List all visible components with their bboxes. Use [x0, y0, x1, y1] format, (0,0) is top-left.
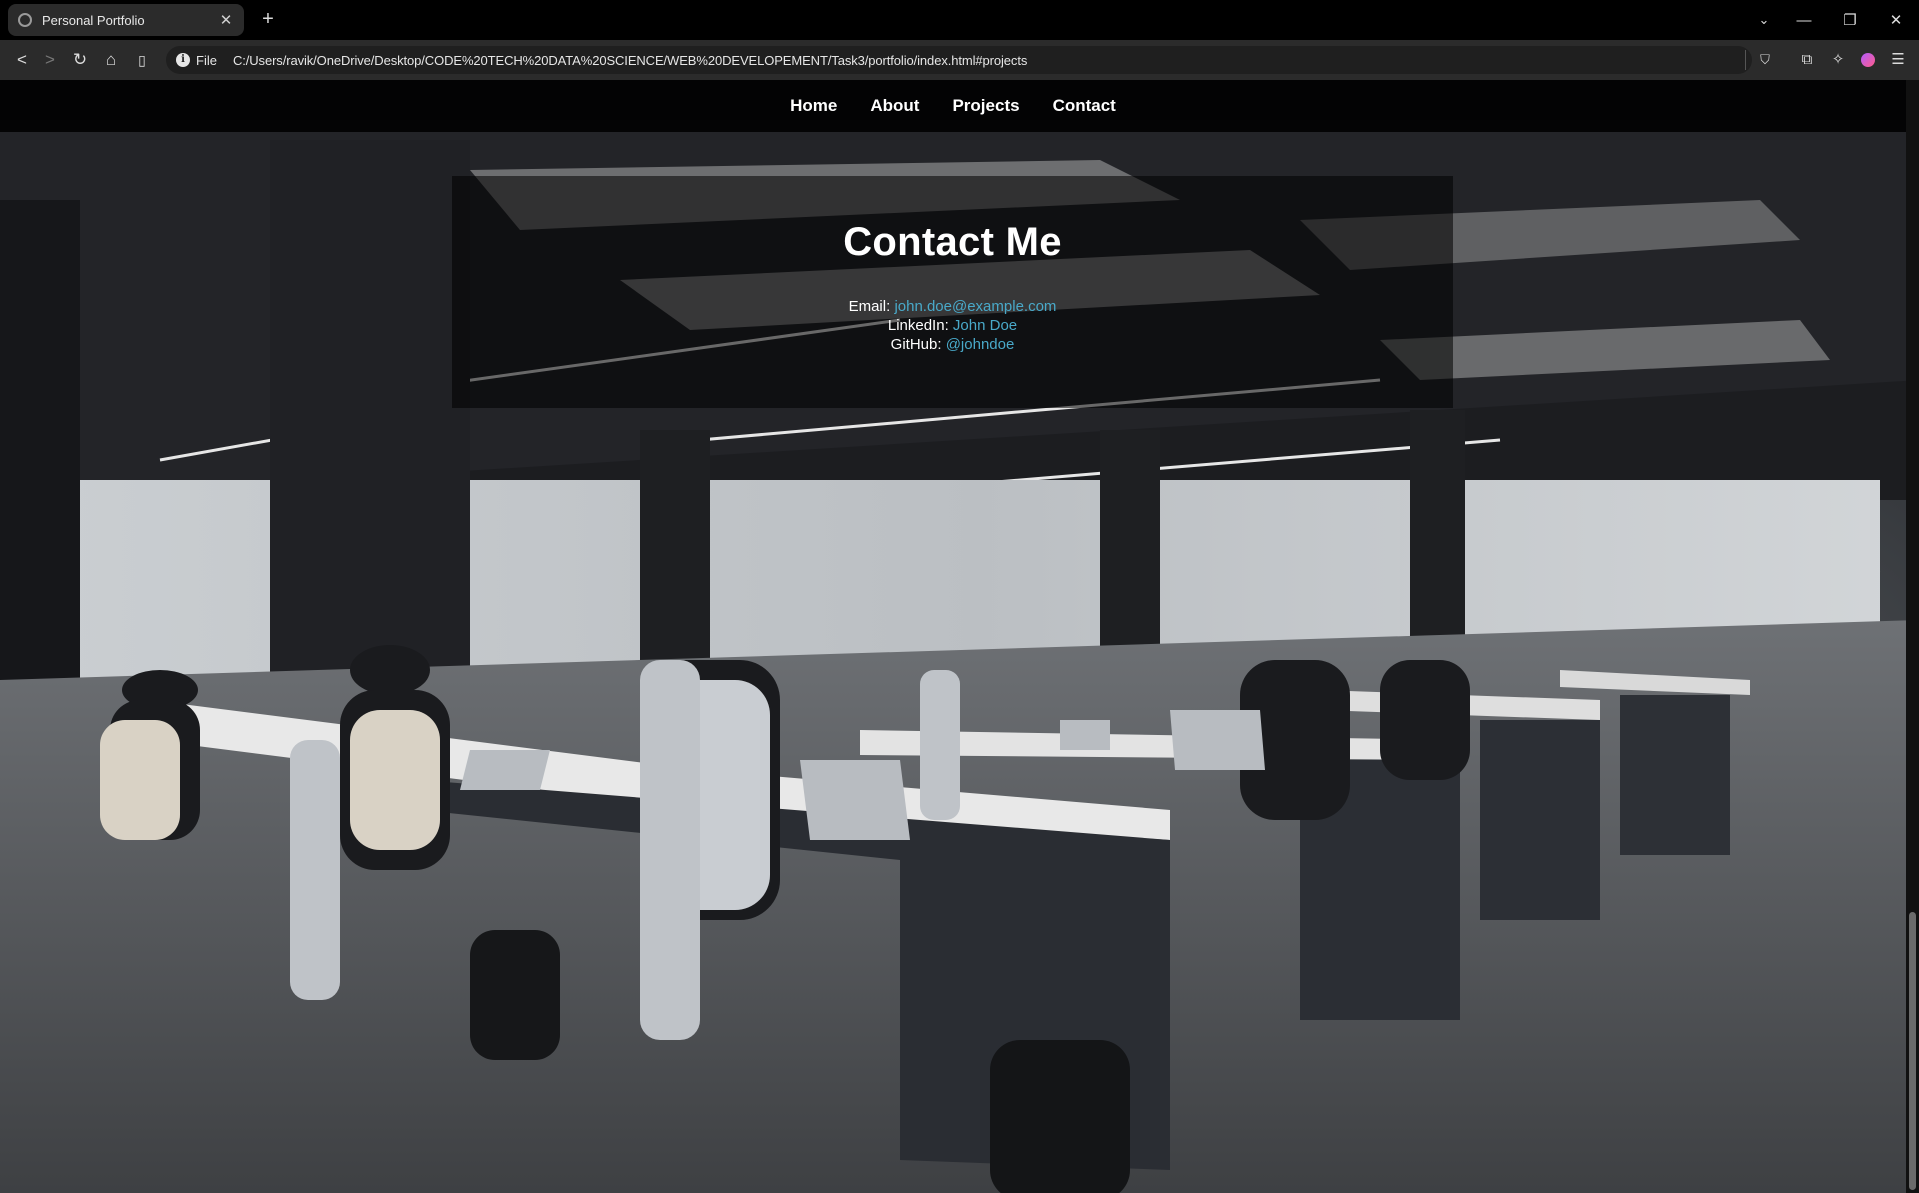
github-line: GitHub: @johndoe [452, 335, 1453, 354]
home-icon[interactable]: ⌂ [99, 48, 123, 72]
page-scrollbar[interactable] [1906, 80, 1919, 1193]
scrollbar-thumb[interactable] [1909, 912, 1916, 1190]
close-window-icon[interactable]: ✕ [1873, 0, 1919, 40]
tab-title: Personal Portfolio [42, 12, 145, 28]
profile-icon[interactable] [1856, 48, 1880, 72]
url-text[interactable]: C:/Users/ravik/OneDrive/Desktop/CODE%20T… [233, 53, 1027, 68]
extensions-icon[interactable]: ⧉ [1795, 48, 1819, 72]
email-line: Email: john.doe@example.com [452, 297, 1453, 316]
bookmark-icon[interactable]: ▯ [130, 48, 154, 72]
site-navbar: Home About Projects Contact [0, 80, 1906, 132]
browser-tab[interactable]: Personal Portfolio ✕ [8, 4, 244, 36]
globe-icon [18, 13, 32, 27]
address-bar[interactable]: i File C:/Users/ravik/OneDrive/Desktop/C… [166, 46, 1752, 74]
browser-toolbar: < > ↻ ⌂ ▯ i File C:/Users/ravik/OneDrive… [0, 40, 1919, 80]
info-icon[interactable]: i [176, 53, 190, 67]
page-viewport: Home About Projects Contact Contact Me E… [0, 80, 1919, 1193]
window-controls: — ❐ ✕ [1781, 0, 1919, 40]
close-tab-icon[interactable]: ✕ [218, 11, 234, 29]
nav-link-contact[interactable]: Contact [1053, 96, 1116, 116]
menu-icon[interactable]: ☰ [1886, 48, 1910, 72]
back-icon[interactable]: < [10, 48, 34, 72]
contact-heading: Contact Me [843, 220, 1062, 264]
github-link[interactable]: @johndoe [946, 336, 1015, 353]
email-link[interactable]: john.doe@example.com [894, 298, 1056, 315]
contact-details: Email: john.doe@example.com LinkedIn: Jo… [452, 297, 1453, 354]
restore-icon[interactable]: ❐ [1827, 0, 1873, 40]
linkedin-link[interactable]: John Doe [953, 317, 1017, 334]
new-tab-button[interactable]: + [256, 8, 280, 32]
minimize-icon[interactable]: — [1781, 0, 1827, 40]
email-label: Email: [848, 298, 891, 315]
forward-icon[interactable]: > [38, 48, 62, 72]
tab-search-icon[interactable]: ⌄ [1752, 8, 1776, 32]
contact-section: Contact Me Email: john.doe@example.com L… [452, 176, 1453, 408]
browser-tab-bar: Personal Portfolio ✕ + ⌄ — ❐ ✕ [0, 0, 1919, 40]
toolbar-divider [1745, 50, 1746, 70]
shield-icon[interactable]: ⛉ [1753, 48, 1777, 72]
github-label: GitHub: [890, 336, 942, 353]
ai-icon[interactable]: ✧ [1826, 48, 1850, 72]
nav-link-home[interactable]: Home [790, 96, 837, 116]
nav-link-projects[interactable]: Projects [952, 96, 1019, 116]
nav-link-about[interactable]: About [870, 96, 919, 116]
url-scheme-label: File [196, 52, 217, 68]
linkedin-line: LinkedIn: John Doe [452, 316, 1453, 335]
linkedin-label: LinkedIn: [887, 317, 949, 334]
reload-icon[interactable]: ↻ [68, 48, 92, 72]
